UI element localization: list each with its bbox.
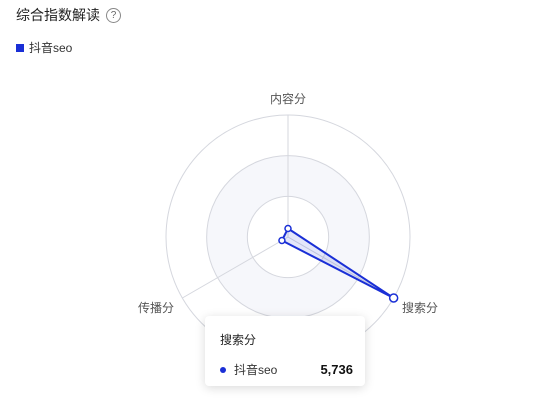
chart-tooltip: 搜索分 抖音seo 5,736 xyxy=(205,316,365,386)
radar-data-point xyxy=(284,224,292,233)
radar-axis-label: 搜索分 xyxy=(402,300,438,315)
radar-axis-label: 传播分 xyxy=(138,300,174,315)
radar-data-point xyxy=(388,293,399,303)
radar-data-point xyxy=(278,236,286,245)
radar-axis-label: 内容分 xyxy=(270,91,306,106)
tooltip-series-dot xyxy=(220,366,226,373)
tooltip-value: 5,736 xyxy=(320,362,353,377)
tooltip-series-name: 抖音seo xyxy=(234,363,278,377)
tooltip-title: 搜索分 xyxy=(220,333,257,347)
tooltip-row: 抖音seo 5,736 xyxy=(220,361,353,378)
